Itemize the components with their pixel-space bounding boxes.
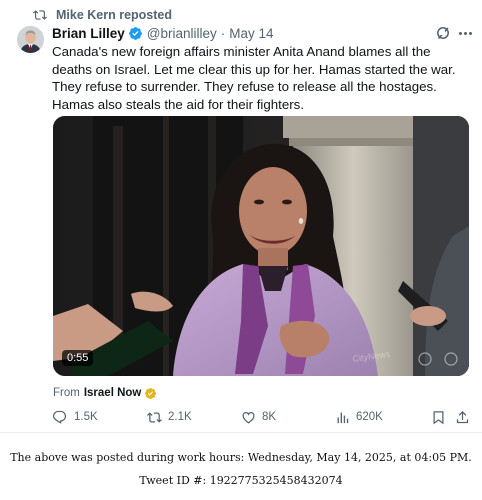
tweet-id-caption: Tweet ID #: 1922775325458432074 <box>139 474 343 487</box>
repost-button[interactable]: 2.1K <box>147 408 192 426</box>
avatar[interactable] <box>17 26 44 53</box>
bookmark-icon <box>433 410 444 424</box>
repost-indicator[interactable]: Mike Kern reposted <box>32 7 172 23</box>
bookmark-button[interactable] <box>431 408 452 426</box>
grok-icon[interactable] <box>435 25 451 41</box>
source-attribution: From Israel Now <box>53 386 157 400</box>
posted-time-caption: The above was posted during work hours: … <box>10 451 472 464</box>
author-handle[interactable]: @brianlilley <box>147 26 217 41</box>
repost-count: 2.1K <box>168 411 192 423</box>
source-prefix: From <box>53 387 80 399</box>
reply-icon <box>53 410 67 424</box>
tweet-card[interactable]: Mike Kern reposted Brian Lilley @brianli… <box>0 0 482 432</box>
source-name[interactable]: Israel Now <box>84 387 142 399</box>
action-bar: 1.5K 2.1K 8K 620K <box>53 408 473 426</box>
like-button[interactable]: 8K <box>241 408 276 426</box>
verified-badge-icon <box>128 26 143 41</box>
reply-button[interactable]: 1.5K <box>53 408 98 426</box>
retweet-icon <box>147 411 162 423</box>
views-button[interactable]: 620K <box>335 408 383 426</box>
reply-count: 1.5K <box>74 411 98 423</box>
video-duration: 0:55 <box>62 350 94 366</box>
more-options-icon[interactable] <box>455 25 475 41</box>
separator-dot: · <box>220 25 226 41</box>
video-player[interactable]: CityNews 0:55 <box>53 116 469 376</box>
gold-verified-badge-icon <box>144 387 157 400</box>
post-date[interactable]: May 14 <box>229 26 273 41</box>
video-frame: CityNews <box>53 116 469 376</box>
author-name[interactable]: Brian Lilley <box>52 26 125 41</box>
caption-footer: The above was posted during work hours: … <box>0 432 482 500</box>
analytics-icon <box>337 412 349 423</box>
like-count: 8K <box>262 411 277 423</box>
tweet-text: Canada's new foreign affairs minister An… <box>52 44 456 112</box>
heart-icon <box>242 411 255 424</box>
share-button[interactable] <box>455 408 476 426</box>
tweet-header: Brian Lilley @brianlilley · May 14 <box>52 24 274 42</box>
view-count: 620K <box>356 411 383 423</box>
repost-label: Mike Kern reposted <box>56 8 173 22</box>
share-icon <box>456 410 469 423</box>
repost-icon <box>32 8 48 22</box>
